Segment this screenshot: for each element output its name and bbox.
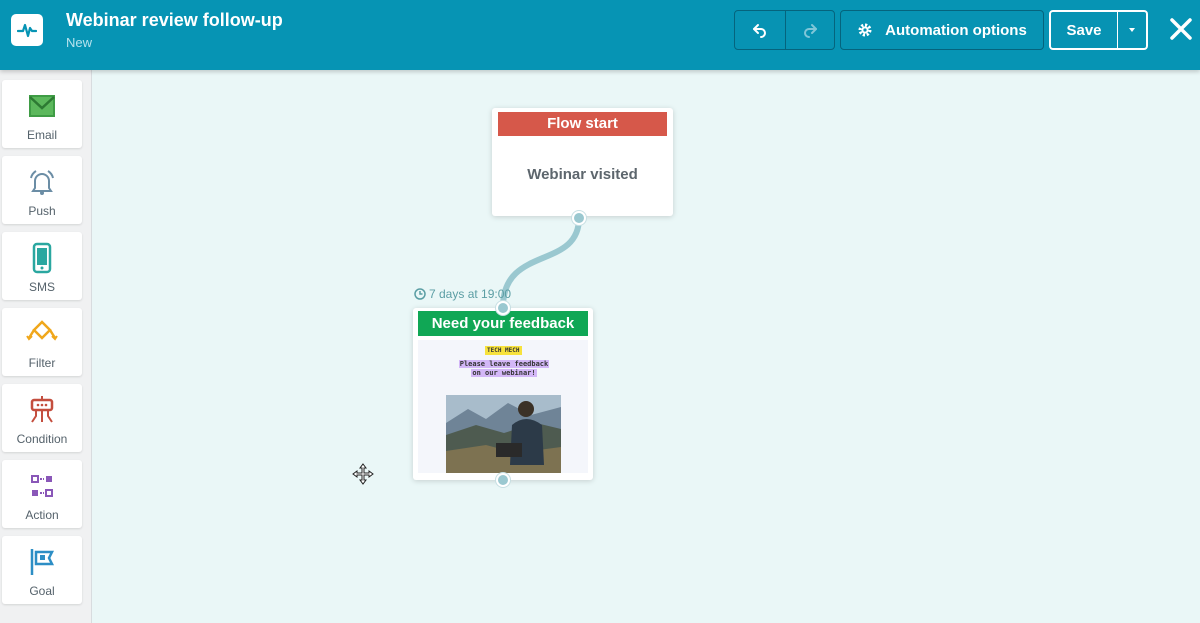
tool-push-label: Push (28, 204, 56, 218)
email-node-input-port[interactable] (496, 301, 510, 315)
email-node[interactable]: Need your feedback TECH MECH Please leav… (413, 308, 593, 480)
redo-button[interactable] (784, 11, 835, 49)
automation-options-label: Automation options (885, 21, 1027, 39)
filter-icon (26, 320, 58, 341)
tool-filter[interactable]: Filter (2, 308, 82, 376)
bell-icon (30, 170, 54, 195)
condition-icon (30, 396, 54, 423)
page-title: Webinar review follow-up (66, 10, 283, 30)
save-button-group: Save (1049, 10, 1148, 50)
save-button[interactable]: Save (1051, 12, 1117, 48)
delay-text: 7 days at 19:00 (429, 287, 512, 301)
flow-start-node[interactable]: Flow start Webinar visited (492, 108, 673, 216)
email-preview-line2: on our webinar! (471, 369, 537, 377)
top-bar: Webinar review follow-up New Automation … (0, 0, 1200, 70)
redo-icon (803, 24, 817, 38)
tool-action-label: Action (25, 508, 59, 522)
flow-start-trigger: Webinar visited (527, 166, 638, 183)
tool-email-label: Email (26, 128, 57, 142)
tool-sms[interactable]: SMS (2, 232, 82, 300)
flow-start-output-port[interactable] (572, 211, 586, 225)
undo-redo-group (734, 10, 835, 50)
pulse-icon (17, 23, 37, 38)
page-status: New (66, 35, 93, 50)
tool-action[interactable]: Action (2, 460, 82, 528)
tool-palette: Email Push SMS Filter Condition Action G… (0, 70, 92, 623)
clock-icon (414, 288, 426, 300)
email-preview-message: Please leave feedback on our webinar! (452, 360, 556, 378)
flow-start-header: Flow start (498, 112, 667, 136)
phone-icon (32, 242, 52, 274)
tool-push[interactable]: Push (2, 156, 82, 224)
email-preview: TECH MECH Please leave feedback on our w… (418, 340, 588, 473)
email-node-output-port[interactable] (496, 473, 510, 487)
delay-label[interactable]: 7 days at 19:00 (414, 287, 511, 301)
tool-goal[interactable]: Goal (2, 536, 82, 604)
email-preview-tag: TECH MECH (485, 346, 522, 355)
tool-goal-label: Goal (29, 584, 55, 598)
tool-condition[interactable]: Condition (2, 384, 82, 452)
flow-canvas[interactable]: Flow start Webinar visited 7 days at 19:… (93, 70, 1200, 623)
email-preview-image (446, 395, 561, 473)
close-button[interactable] (1168, 16, 1194, 42)
save-dropdown-button[interactable] (1117, 12, 1146, 48)
envelope-icon (29, 95, 55, 117)
tool-sms-label: SMS (28, 280, 55, 294)
gear-icon (858, 23, 872, 37)
app-logo (11, 14, 43, 46)
tool-filter-label: Filter (28, 356, 56, 370)
undo-button[interactable] (735, 11, 785, 49)
caret-down-icon (1129, 28, 1135, 32)
automation-options-button[interactable]: Automation options (840, 10, 1044, 50)
undo-icon (752, 24, 766, 38)
flag-icon (30, 549, 55, 575)
action-icon (31, 475, 53, 497)
tool-condition-label: Condition (16, 432, 68, 446)
move-cursor-icon (352, 463, 374, 485)
close-icon (1170, 18, 1192, 40)
email-preview-line1: Please leave feedback (458, 360, 550, 368)
tool-email[interactable]: Email (2, 80, 82, 148)
